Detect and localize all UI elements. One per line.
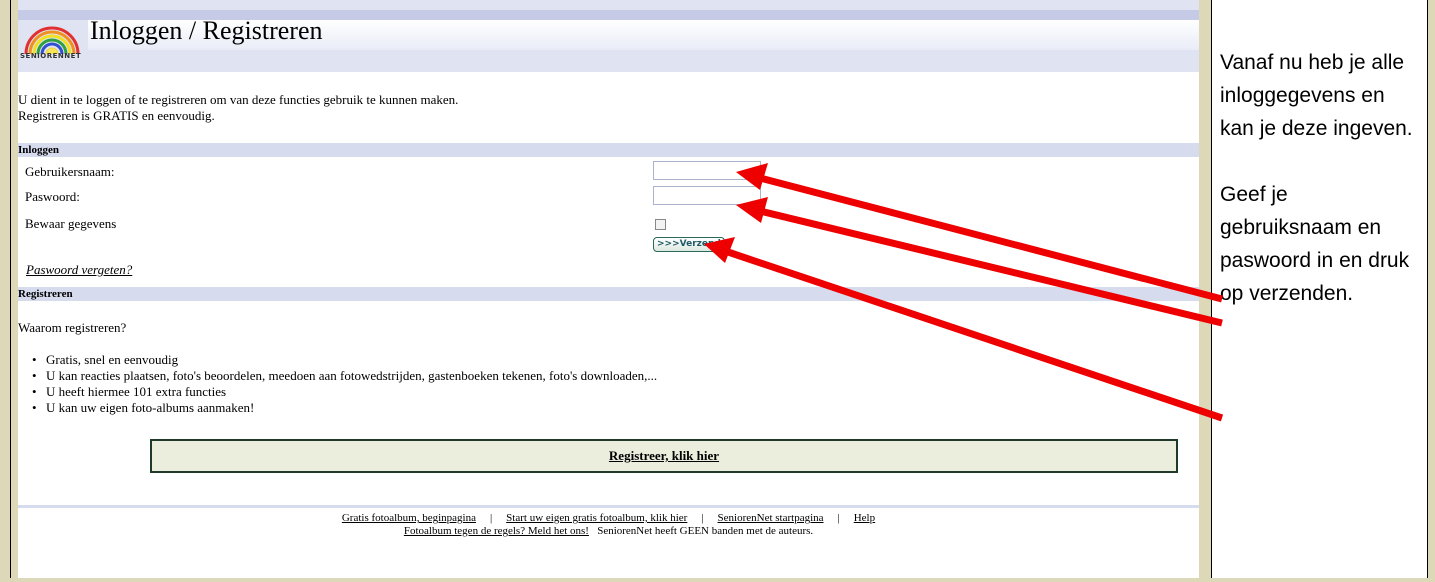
send-button[interactable]: >>>Verzenden	[653, 237, 725, 252]
why-register-heading: Waarom registreren?	[18, 320, 127, 335]
note-paragraph-2: Geef je gebruiksnaam en paswoord in en d…	[1220, 183, 1410, 305]
table-border-left	[10, 0, 11, 582]
footer-link-help[interactable]: Help	[854, 512, 875, 524]
remember-checkbox[interactable]	[655, 219, 666, 230]
login-section-label: Inloggen	[18, 144, 59, 156]
password-input[interactable]	[653, 186, 761, 205]
list-item: U kan reacties plaatsen, foto's beoordel…	[32, 368, 657, 384]
disclaimer-text: SeniorenNet heeft GEEN banden met de aut…	[597, 525, 814, 537]
intro-text: U dient in te loggen of te registreren o…	[18, 92, 458, 124]
logo-text: SENIORENNET	[20, 52, 82, 60]
register-box[interactable]: Registreer, klik hier	[150, 439, 1178, 473]
register-link[interactable]: Registreer, klik hier	[609, 448, 719, 463]
footer-link-start-album[interactable]: Start uw eigen gratis fotoalbum, klik hi…	[506, 512, 687, 524]
intro-line-2: Registreren is GRATIS en eenvoudig.	[18, 108, 215, 123]
footer-links: Gratis fotoalbum, beginpagina | Start uw e…	[18, 512, 1199, 524]
document-frame-right	[1428, 0, 1435, 582]
footer-link-seniorennet[interactable]: SeniorenNet startpagina	[718, 512, 824, 524]
forgot-password-link[interactable]: Paswoord vergeten?	[26, 262, 132, 278]
page-title: Inloggen / Registreren	[90, 16, 323, 45]
intro-line-1: U dient in te loggen of te registreren o…	[18, 92, 459, 107]
footer-separator: |	[837, 512, 840, 524]
footer-report: Fotoalbum tegen de regels? Meld het ons!…	[18, 525, 1199, 537]
instruction-note: Vanaf nu heb je alle inloggegevens en ka…	[1220, 46, 1420, 310]
report-link[interactable]: Fotoalbum tegen de regels? Meld het ons!	[404, 525, 589, 537]
password-label: Paswoord:	[25, 189, 80, 204]
list-item: U heeft hiermee 101 extra functies	[32, 384, 657, 400]
benefits-list: Gratis, snel en eenvoudig U kan reacties…	[32, 352, 657, 416]
footer-link-home[interactable]: Gratis fotoalbum, beginpagina	[342, 512, 476, 524]
login-section-header: Inloggen	[18, 143, 1199, 157]
list-item: U kan uw eigen foto-albums aanmaken!	[32, 400, 657, 416]
webpage-screenshot: SENIORENNET Inloggen / Registreren U die…	[18, 0, 1199, 578]
list-item: Gratis, snel en eenvoudig	[32, 352, 657, 368]
username-label: Gebruikersnaam:	[25, 164, 115, 179]
remember-label: Bewaar gegevens	[25, 216, 117, 231]
note-paragraph-1: Vanaf nu heb je alle inloggegevens en ka…	[1220, 51, 1413, 140]
table-border-middle	[1211, 0, 1212, 582]
document-frame-left	[0, 0, 18, 582]
register-section-label: Registreren	[18, 288, 73, 300]
footer-divider	[18, 505, 1199, 508]
footer-separator: |	[701, 512, 704, 524]
register-section-header: Registreren	[18, 287, 1199, 301]
document-frame-bottom	[0, 578, 1435, 582]
username-input[interactable]	[653, 161, 761, 180]
footer-separator: |	[489, 512, 493, 524]
